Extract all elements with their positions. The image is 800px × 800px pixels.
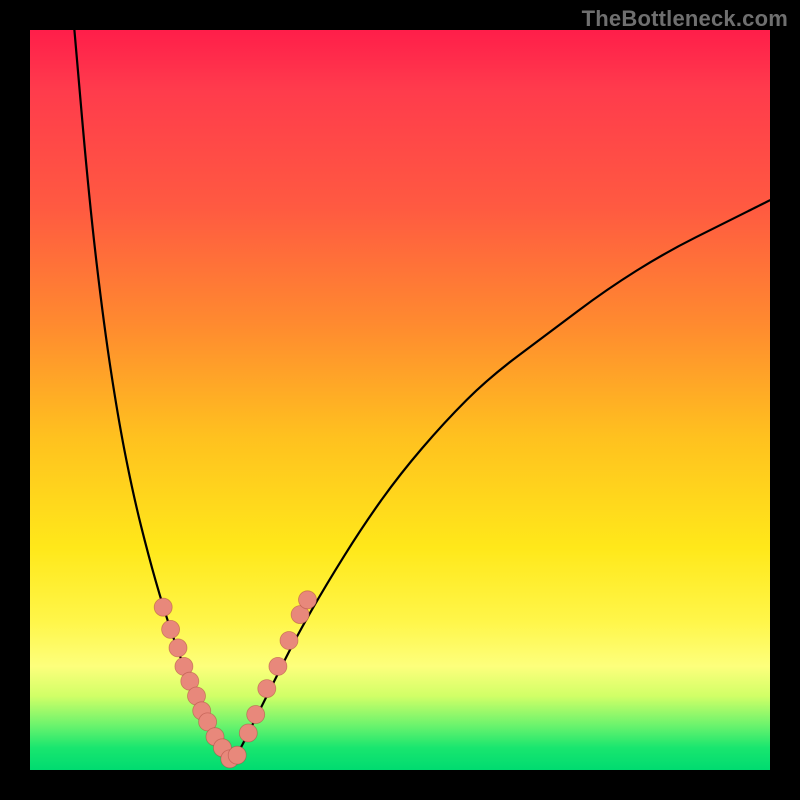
left-curve xyxy=(74,30,229,763)
bottleneck-dot xyxy=(169,639,187,657)
bottleneck-dot xyxy=(269,657,287,675)
bottleneck-dot xyxy=(221,750,239,768)
bottleneck-dot xyxy=(291,606,309,624)
bottleneck-dot xyxy=(258,680,276,698)
bottleneck-dot xyxy=(213,739,231,757)
bottleneck-dot xyxy=(228,746,246,764)
bottleneck-dot xyxy=(175,657,193,675)
bottleneck-dot xyxy=(199,713,217,731)
bottleneck-dot xyxy=(239,724,257,742)
bottleneck-dot xyxy=(280,632,298,650)
bottleneck-dot xyxy=(162,620,180,638)
bottleneck-dot xyxy=(181,672,199,690)
right-curve xyxy=(230,200,770,762)
chart-svg xyxy=(30,30,770,770)
bottleneck-dot xyxy=(154,598,172,616)
bottleneck-dots xyxy=(154,591,316,768)
chart-plot-area xyxy=(30,30,770,770)
bottleneck-dot xyxy=(299,591,317,609)
chart-frame: TheBottleneck.com xyxy=(0,0,800,800)
bottleneck-dot xyxy=(188,687,206,705)
bottleneck-dot xyxy=(247,706,265,724)
watermark-text: TheBottleneck.com xyxy=(582,6,788,32)
bottleneck-dot xyxy=(193,702,211,720)
bottleneck-dot xyxy=(206,728,224,746)
